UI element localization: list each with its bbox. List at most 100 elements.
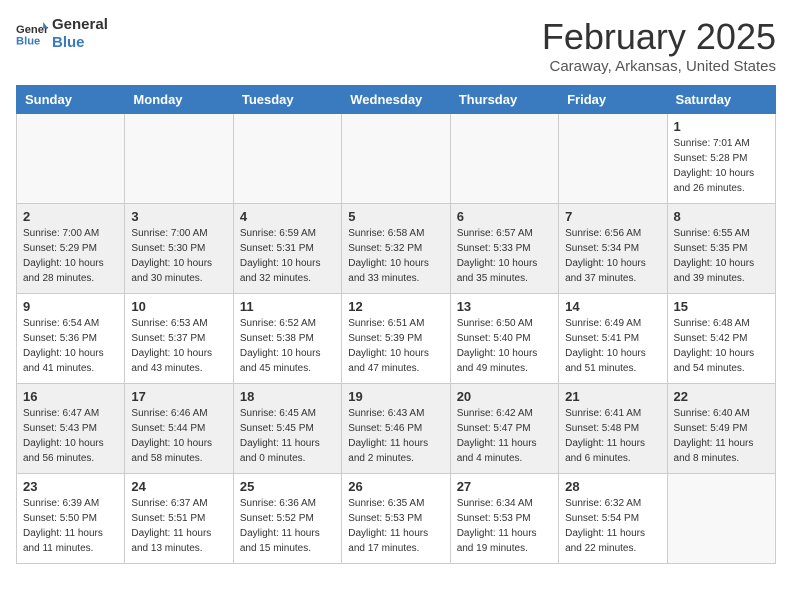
calendar-cell bbox=[17, 114, 125, 204]
day-number: 1 bbox=[674, 119, 769, 134]
day-info: Sunrise: 6:53 AM Sunset: 5:37 PM Dayligh… bbox=[131, 316, 226, 376]
calendar-table: SundayMondayTuesdayWednesdayThursdayFrid… bbox=[16, 85, 776, 564]
day-number: 16 bbox=[23, 389, 118, 404]
month-title: February 2025 bbox=[542, 16, 776, 58]
calendar-cell bbox=[342, 114, 450, 204]
day-info: Sunrise: 6:46 AM Sunset: 5:44 PM Dayligh… bbox=[131, 406, 226, 466]
day-info: Sunrise: 6:48 AM Sunset: 5:42 PM Dayligh… bbox=[674, 316, 769, 376]
day-number: 25 bbox=[240, 479, 335, 494]
title-block: February 2025 Caraway, Arkansas, United … bbox=[542, 16, 776, 75]
page-header: General Blue General Blue February 2025 … bbox=[16, 16, 776, 75]
day-info: Sunrise: 6:58 AM Sunset: 5:32 PM Dayligh… bbox=[348, 226, 443, 286]
day-number: 11 bbox=[240, 299, 335, 314]
calendar-cell: 12 Sunrise: 6:51 AM Sunset: 5:39 PM Dayli… bbox=[342, 294, 450, 384]
weekday-header-friday: Friday bbox=[559, 86, 667, 114]
svg-text:Blue: Blue bbox=[16, 35, 40, 47]
day-number: 24 bbox=[131, 479, 226, 494]
day-info: Sunrise: 6:52 AM Sunset: 5:38 PM Dayligh… bbox=[240, 316, 335, 376]
day-info: Sunrise: 6:51 AM Sunset: 5:39 PM Dayligh… bbox=[348, 316, 443, 376]
calendar-cell: 23Sunrise: 6:39 AM Sunset: 5:50 PM Dayli… bbox=[17, 474, 125, 564]
calendar-cell: 25Sunrise: 6:36 AM Sunset: 5:52 PM Dayli… bbox=[233, 474, 341, 564]
calendar-cell: 26 Sunrise: 6:35 AM Sunset: 5:53 PM Dayli… bbox=[342, 474, 450, 564]
calendar-cell: 14Sunrise: 6:49 AM Sunset: 5:41 PM Dayli… bbox=[559, 294, 667, 384]
day-number: 10 bbox=[131, 299, 226, 314]
day-info: Sunrise: 6:57 AM Sunset: 5:33 PM Dayligh… bbox=[457, 226, 552, 286]
day-number: 27 bbox=[457, 479, 552, 494]
day-number: 9 bbox=[23, 299, 118, 314]
day-number: 17 bbox=[131, 389, 226, 404]
day-number: 8 bbox=[674, 209, 769, 224]
day-info: Sunrise: 6:42 AM Sunset: 5:47 PM Dayligh… bbox=[457, 406, 552, 466]
day-info: Sunrise: 6:45 AM Sunset: 5:45 PM Dayligh… bbox=[240, 406, 335, 466]
day-number: 5 bbox=[348, 209, 443, 224]
day-number: 22 bbox=[674, 389, 769, 404]
calendar-cell: 27 Sunrise: 6:34 AM Sunset: 5:53 PM Dayli… bbox=[450, 474, 558, 564]
day-info: Sunrise: 7:00 AM Sunset: 5:29 PM Dayligh… bbox=[23, 226, 118, 286]
day-number: 18 bbox=[240, 389, 335, 404]
logo-icon: General Blue bbox=[16, 20, 48, 48]
day-info: Sunrise: 6:59 AM Sunset: 5:31 PM Dayligh… bbox=[240, 226, 335, 286]
calendar-cell bbox=[125, 114, 233, 204]
day-info: Sunrise: 6:47 AM Sunset: 5:43 PM Dayligh… bbox=[23, 406, 118, 466]
day-number: 28 bbox=[565, 479, 660, 494]
calendar-cell: 17 Sunrise: 6:46 AM Sunset: 5:44 PM Dayli… bbox=[125, 384, 233, 474]
calendar-cell: 5 Sunrise: 6:58 AM Sunset: 5:32 PM Daylig… bbox=[342, 204, 450, 294]
weekday-header-saturday: Saturday bbox=[667, 86, 775, 114]
day-number: 23 bbox=[23, 479, 118, 494]
calendar-cell bbox=[233, 114, 341, 204]
calendar-cell: 8 Sunrise: 6:55 AM Sunset: 5:35 PM Daylig… bbox=[667, 204, 775, 294]
calendar-cell: 7 Sunrise: 6:56 AM Sunset: 5:34 PM Daylig… bbox=[559, 204, 667, 294]
calendar-cell: 1Sunrise: 7:01 AM Sunset: 5:28 PM Daylig… bbox=[667, 114, 775, 204]
day-info: Sunrise: 6:34 AM Sunset: 5:53 PM Dayligh… bbox=[457, 496, 552, 556]
day-number: 3 bbox=[131, 209, 226, 224]
day-number: 12 bbox=[348, 299, 443, 314]
calendar-cell: 10 Sunrise: 6:53 AM Sunset: 5:37 PM Dayli… bbox=[125, 294, 233, 384]
day-info: Sunrise: 6:56 AM Sunset: 5:34 PM Dayligh… bbox=[565, 226, 660, 286]
day-info: Sunrise: 6:40 AM Sunset: 5:49 PM Dayligh… bbox=[674, 406, 769, 466]
calendar-cell: 13Sunrise: 6:50 AM Sunset: 5:40 PM Dayli… bbox=[450, 294, 558, 384]
calendar-cell: 19 Sunrise: 6:43 AM Sunset: 5:46 PM Dayli… bbox=[342, 384, 450, 474]
calendar-cell bbox=[450, 114, 558, 204]
calendar-cell: 22 Sunrise: 6:40 AM Sunset: 5:49 PM Dayli… bbox=[667, 384, 775, 474]
weekday-header-monday: Monday bbox=[125, 86, 233, 114]
day-number: 4 bbox=[240, 209, 335, 224]
day-info: Sunrise: 6:54 AM Sunset: 5:36 PM Dayligh… bbox=[23, 316, 118, 376]
calendar-cell: 9 Sunrise: 6:54 AM Sunset: 5:36 PM Daylig… bbox=[17, 294, 125, 384]
day-number: 6 bbox=[457, 209, 552, 224]
day-info: Sunrise: 6:41 AM Sunset: 5:48 PM Dayligh… bbox=[565, 406, 660, 466]
day-number: 19 bbox=[348, 389, 443, 404]
calendar-cell: 20Sunrise: 6:42 AM Sunset: 5:47 PM Dayli… bbox=[450, 384, 558, 474]
weekday-header-sunday: Sunday bbox=[17, 86, 125, 114]
day-info: Sunrise: 6:55 AM Sunset: 5:35 PM Dayligh… bbox=[674, 226, 769, 286]
calendar-cell: 11 Sunrise: 6:52 AM Sunset: 5:38 PM Dayli… bbox=[233, 294, 341, 384]
calendar-cell: 16 Sunrise: 6:47 AM Sunset: 5:43 PM Dayli… bbox=[17, 384, 125, 474]
logo-line1: General bbox=[52, 16, 108, 34]
calendar-cell bbox=[667, 474, 775, 564]
day-info: Sunrise: 7:00 AM Sunset: 5:30 PM Dayligh… bbox=[131, 226, 226, 286]
calendar-cell: 21Sunrise: 6:41 AM Sunset: 5:48 PM Dayli… bbox=[559, 384, 667, 474]
calendar-header-row: SundayMondayTuesdayWednesdayThursdayFrid… bbox=[17, 86, 776, 114]
day-info: Sunrise: 6:49 AM Sunset: 5:41 PM Dayligh… bbox=[565, 316, 660, 376]
weekday-header-wednesday: Wednesday bbox=[342, 86, 450, 114]
calendar-cell: 24Sunrise: 6:37 AM Sunset: 5:51 PM Dayli… bbox=[125, 474, 233, 564]
calendar-cell: 18 Sunrise: 6:45 AM Sunset: 5:45 PM Dayli… bbox=[233, 384, 341, 474]
calendar-cell: 6 Sunrise: 6:57 AM Sunset: 5:33 PM Daylig… bbox=[450, 204, 558, 294]
day-number: 26 bbox=[348, 479, 443, 494]
day-info: Sunrise: 6:35 AM Sunset: 5:53 PM Dayligh… bbox=[348, 496, 443, 556]
day-number: 15 bbox=[674, 299, 769, 314]
calendar-week-1: 1Sunrise: 7:01 AM Sunset: 5:28 PM Daylig… bbox=[17, 114, 776, 204]
calendar-cell: 28 Sunrise: 6:32 AM Sunset: 5:54 PM Dayli… bbox=[559, 474, 667, 564]
weekday-header-tuesday: Tuesday bbox=[233, 86, 341, 114]
day-number: 7 bbox=[565, 209, 660, 224]
weekday-header-thursday: Thursday bbox=[450, 86, 558, 114]
calendar-week-5: 23Sunrise: 6:39 AM Sunset: 5:50 PM Dayli… bbox=[17, 474, 776, 564]
calendar-week-2: 2Sunrise: 7:00 AM Sunset: 5:29 PM Daylig… bbox=[17, 204, 776, 294]
calendar-cell bbox=[559, 114, 667, 204]
day-info: Sunrise: 6:32 AM Sunset: 5:54 PM Dayligh… bbox=[565, 496, 660, 556]
calendar-cell: 4 Sunrise: 6:59 AM Sunset: 5:31 PM Daylig… bbox=[233, 204, 341, 294]
calendar-week-3: 9 Sunrise: 6:54 AM Sunset: 5:36 PM Daylig… bbox=[17, 294, 776, 384]
calendar-cell: 15 Sunrise: 6:48 AM Sunset: 5:42 PM Dayli… bbox=[667, 294, 775, 384]
calendar-week-4: 16 Sunrise: 6:47 AM Sunset: 5:43 PM Dayli… bbox=[17, 384, 776, 474]
day-number: 13 bbox=[457, 299, 552, 314]
day-info: Sunrise: 6:43 AM Sunset: 5:46 PM Dayligh… bbox=[348, 406, 443, 466]
